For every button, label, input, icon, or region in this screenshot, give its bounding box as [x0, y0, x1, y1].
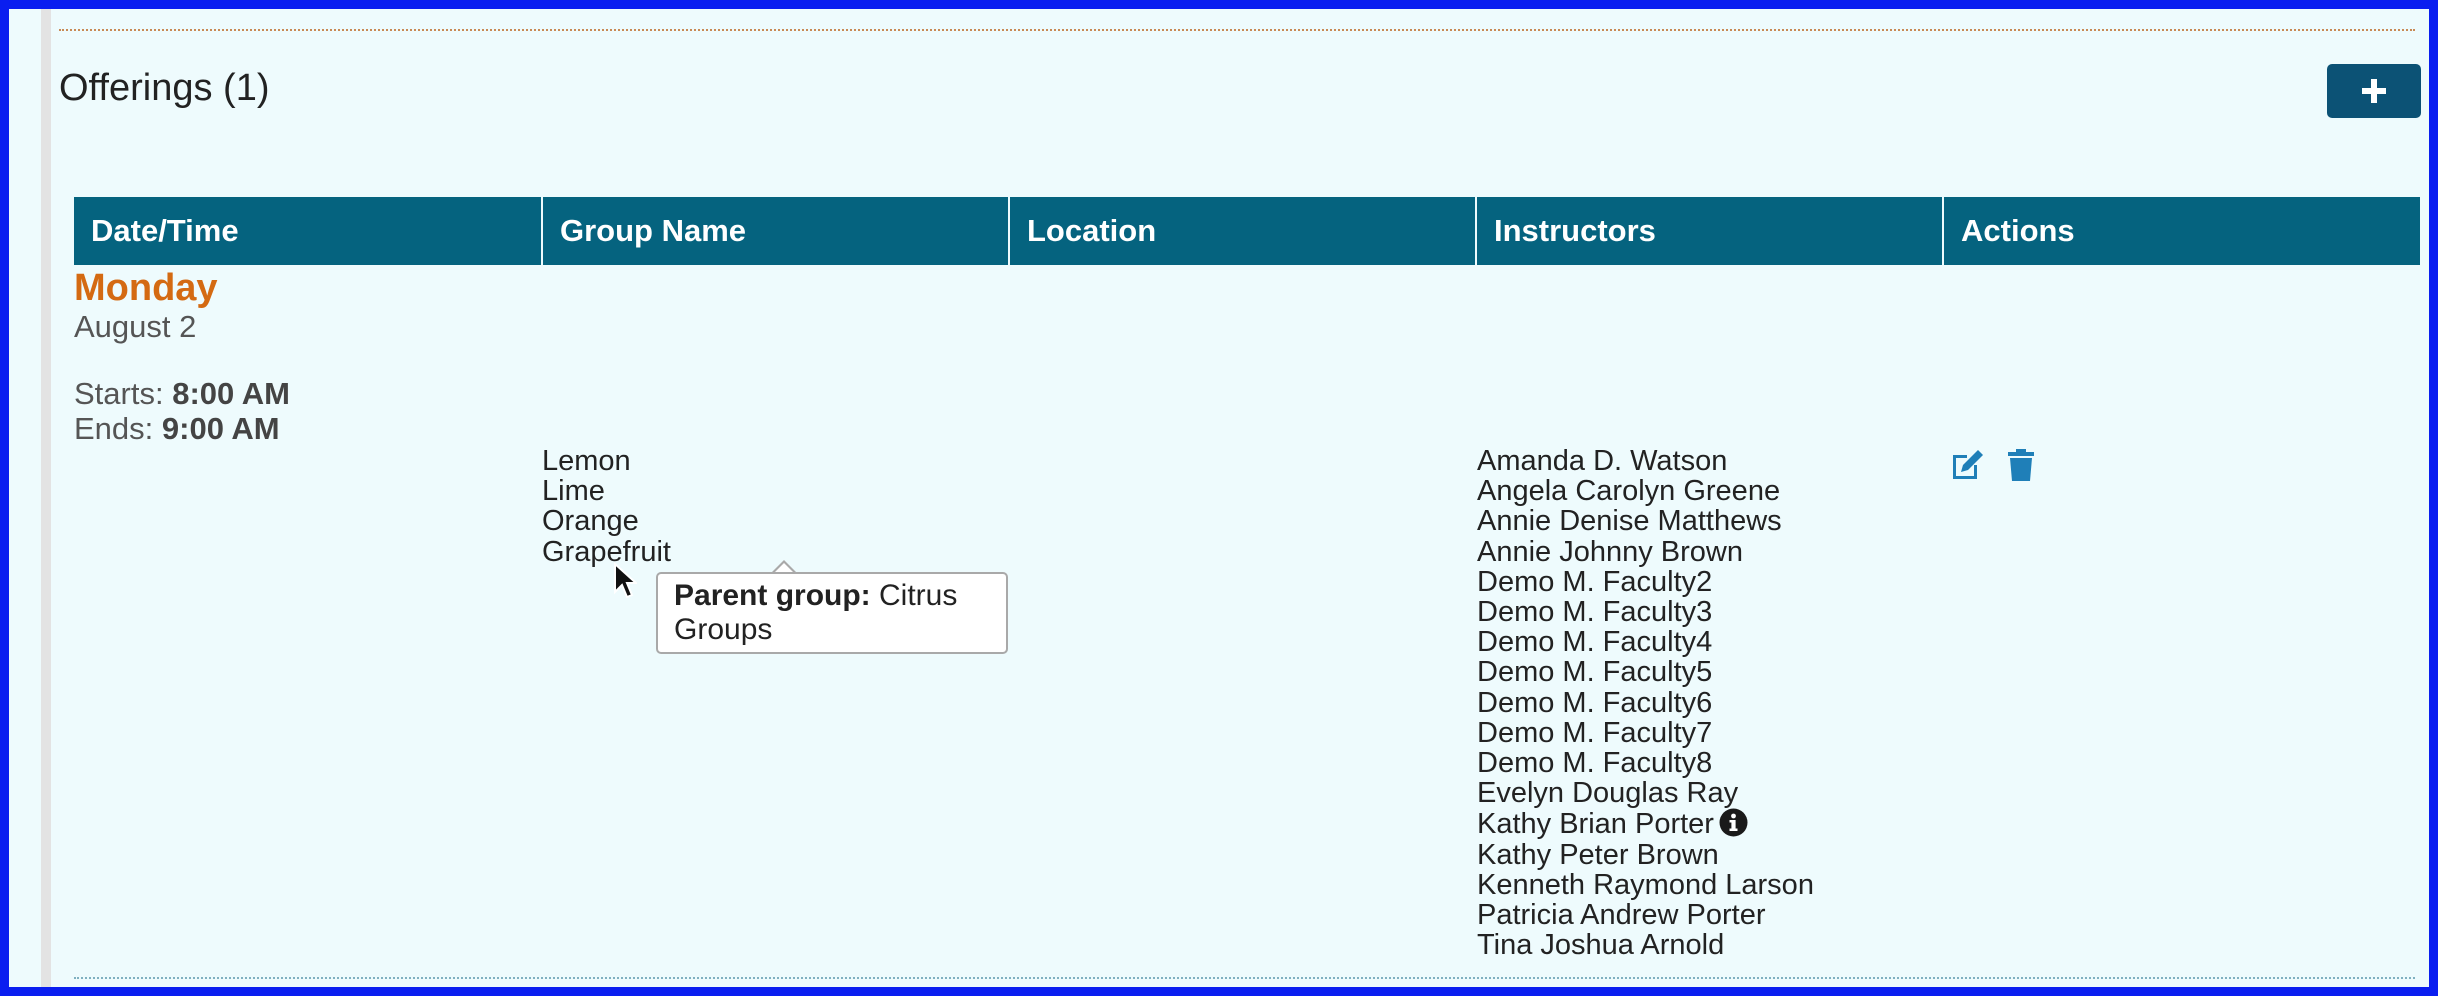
instructor-list: Amanda D. Watson Angela Carolyn Greene A…	[1477, 445, 1814, 962]
instructor-item: Demo M. Faculty5	[1477, 656, 1713, 689]
instructor-item: Amanda D. Watson	[1477, 445, 1728, 477]
bottom-divider	[74, 977, 2415, 979]
mouse-pointer-icon	[614, 562, 637, 599]
instructor-item: Kathy Peter Brown	[1477, 838, 1719, 871]
info-icon[interactable]	[1719, 808, 1748, 837]
tooltip-label: Parent group:	[674, 579, 871, 612]
instructor-item: Demo M. Faculty4	[1477, 626, 1713, 659]
table-header: Date/Time Group Name Location Instructor…	[74, 197, 2420, 265]
parent-group-tooltip: Parent group: Citrus Groups	[656, 572, 1008, 654]
instructor-item-with-info: Kathy Brian Porter	[1477, 808, 1814, 841]
group-name-list: Lemon Lime Orange Grapefruit	[542, 446, 671, 567]
ends-value: 9:00 AM	[161, 411, 280, 446]
group-item[interactable]: Lime	[542, 476, 671, 506]
instructor-item: Demo M. Faculty2	[1477, 565, 1713, 598]
instructor-name: Kathy Brian Porter	[1477, 808, 1714, 841]
edit-button[interactable]	[1949, 447, 1985, 488]
instructor-item: Demo M. Faculty3	[1477, 596, 1713, 629]
instructor-item: Angela Carolyn Greene	[1477, 475, 1781, 508]
starts-value: 8:00 AM	[172, 376, 290, 411]
add-offering-button[interactable]	[2327, 64, 2421, 118]
plus-icon	[2362, 79, 2386, 103]
instructor-item: Demo M. Faculty6	[1477, 686, 1713, 719]
group-item[interactable]: Orange	[542, 506, 671, 536]
section-title: Offerings (1)	[59, 67, 270, 109]
left-gutter	[41, 9, 51, 987]
offering-start-time: Starts: 8:00 AM	[74, 376, 290, 412]
column-header-actions: Actions	[1942, 197, 2409, 265]
edit-icon	[1953, 450, 1983, 479]
group-item[interactable]: Grapefruit	[542, 536, 671, 567]
offering-end-time: Ends: 9:00 AM	[74, 411, 280, 447]
starts-label: Starts:	[74, 376, 164, 411]
instructor-item: Demo M. Faculty8	[1477, 747, 1713, 780]
offering-date: August 2	[74, 309, 197, 344]
row-actions	[1949, 447, 2039, 488]
trash-icon	[2008, 449, 2034, 481]
instructor-item: Evelyn Douglas Ray	[1477, 777, 1739, 810]
ends-label: Ends:	[74, 411, 154, 446]
instructor-item: Kenneth Raymond Larson	[1477, 868, 1814, 901]
column-header-group-name[interactable]: Group Name	[541, 197, 1008, 265]
column-header-instructors[interactable]: Instructors	[1475, 197, 1942, 265]
instructor-item: Demo M. Faculty7	[1477, 716, 1713, 749]
group-item[interactable]: Lemon	[542, 446, 671, 476]
offering-day: Monday	[74, 267, 218, 309]
instructor-item: Annie Denise Matthews	[1477, 505, 1782, 538]
column-header-date-time[interactable]: Date/Time	[74, 197, 541, 265]
instructor-item: Annie Johnny Brown	[1477, 535, 1743, 568]
delete-button[interactable]	[2003, 447, 2039, 488]
column-header-location[interactable]: Location	[1008, 197, 1475, 265]
app-frame: Offerings (1) Date/Time Group Name Locat…	[0, 0, 2438, 996]
instructor-item: Tina Joshua Arnold	[1477, 929, 1725, 962]
top-divider	[59, 29, 2415, 31]
instructor-item: Patricia Andrew Porter	[1477, 899, 1766, 932]
